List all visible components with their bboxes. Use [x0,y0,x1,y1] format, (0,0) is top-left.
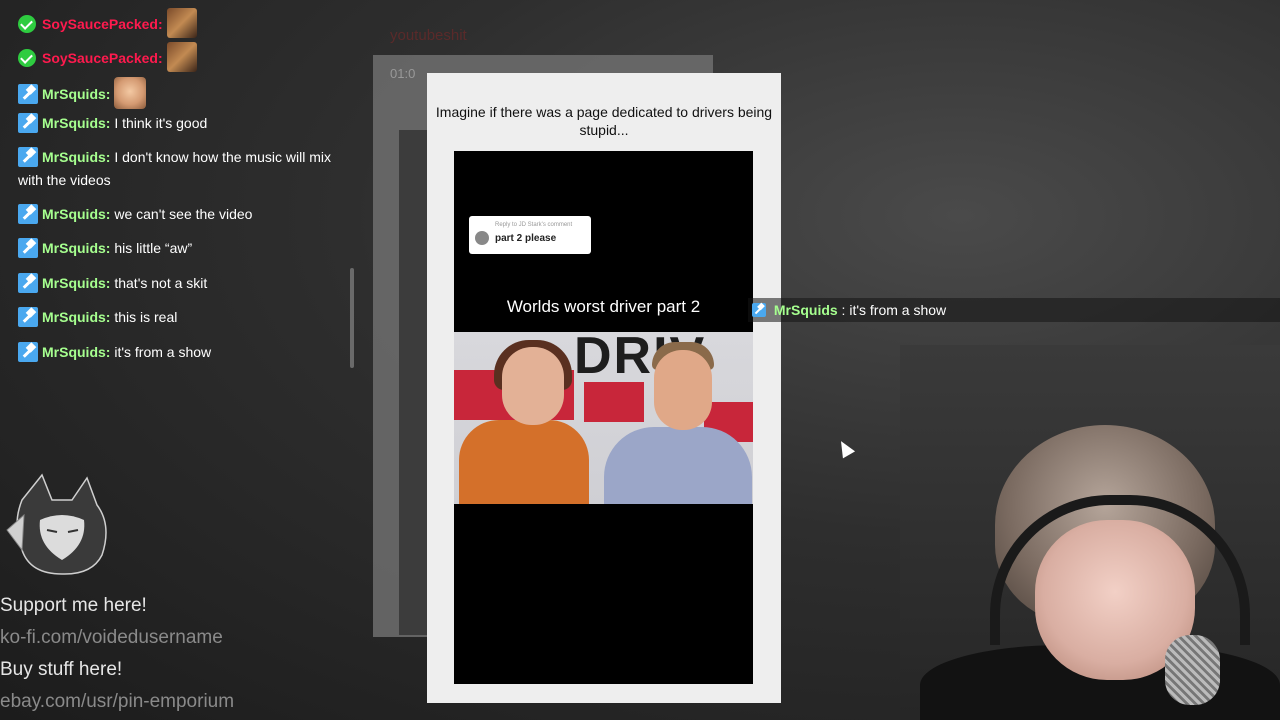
shop-heading: Buy stuff here! [0,659,123,680]
chat-separator: : [105,86,111,102]
post-card: Imagine if there was a page dedicated to… [427,73,781,703]
video-player[interactable]: Reply to JD Stark's comment part 2 pleas… [454,151,753,684]
chat-message: MrSquids: [18,77,348,109]
background-window-title: youtubeshit [390,27,467,44]
chat-username: MrSquids [42,206,106,222]
ebay-link[interactable]: ebay.com/usr/pin-emporium [0,691,234,713]
chat-separator: : [157,50,163,66]
chat-username: SoySaucePacked [42,16,158,32]
chat-username: MrSquids [42,275,106,291]
anime-avatar-art [6,473,107,575]
chat-separator: : [105,240,111,256]
moderator-hammer-icon [752,303,766,317]
background-time: 01:0 [390,66,416,81]
moderator-hammer-icon [18,84,38,104]
overlay-text: : it's from a show [837,302,947,318]
chat-username: MrSquids [42,86,106,102]
chat-separator: : [105,275,111,291]
chat-message: MrSquids: this is real [18,306,348,329]
chat-message: MrSquids: it's from a show [18,341,348,364]
microphone-icon [1165,635,1220,705]
face-emote-icon [114,77,147,109]
reply-text: part 2 please [495,233,557,244]
chat-username: MrSquids [42,344,106,360]
chat-message: MrSquids: his little “aw” [18,237,348,260]
chat-username: MrSquids [42,240,106,256]
fire-emote-icon [166,8,197,38]
chat-username: MrSquids [42,309,106,325]
reply-avatar [475,231,489,245]
chat-username: MrSquids [42,149,106,165]
moderator-hammer-icon [18,204,38,224]
overlay-username: MrSquids [773,302,838,318]
moderator-hammer-icon [18,307,38,327]
chat-message: SoySaucePacked: [18,8,348,38]
reply-bubble: Reply to JD Stark's comment part 2 pleas… [469,216,591,254]
chat-text: I think it's good [114,115,208,131]
chat-separator: : [105,344,111,360]
chat-separator: : [105,206,111,222]
chat-separator: : [105,309,111,325]
chat-message: MrSquids: I don't know how the music wil… [18,146,348,192]
mouse-cursor-icon [834,437,856,459]
moderator-hammer-icon [18,342,38,362]
chat-message: SoySaucePacked: [18,42,348,72]
chat-text: his little “aw” [114,240,193,256]
chat-text: we can't see the video [114,206,253,222]
moderator-hammer-icon [18,147,38,167]
moderator-hammer-icon [18,238,38,258]
chat-separator: : [105,115,111,131]
chat-message: MrSquids: we can't see the video [18,203,348,226]
verified-check-icon [18,49,36,67]
chat-username: SoySaucePacked [42,50,158,66]
overlay-chat-message: MrSquids : it's from a show [748,298,1280,322]
support-heading: Support me here! [0,595,147,616]
chat-separator: : [105,149,111,165]
fire-emote-icon [166,42,197,72]
verified-check-icon [18,15,36,33]
chat-username: MrSquids [42,115,106,131]
kofi-link[interactable]: ko-fi.com/voidedusername [0,627,223,649]
webcam-feed [900,345,1280,720]
chat-scrollbar[interactable] [350,268,354,368]
reply-context: Reply to JD Stark's comment [495,222,573,228]
video-frame: DRIV [454,332,753,504]
chat-message: MrSquids: I think it's good [18,112,348,135]
chat-text: that's not a skit [114,275,208,291]
video-caption: Worlds worst driver part 2 [506,297,701,316]
post-title: Imagine if there was a page dedicated to… [435,104,773,138]
chat-separator: : [157,16,163,32]
chat-text: it's from a show [114,344,212,360]
moderator-hammer-icon [18,113,38,133]
chat-message: MrSquids: that's not a skit [18,272,348,295]
moderator-hammer-icon [18,273,38,293]
background-panel [399,130,427,635]
chat-text: this is real [114,309,178,325]
